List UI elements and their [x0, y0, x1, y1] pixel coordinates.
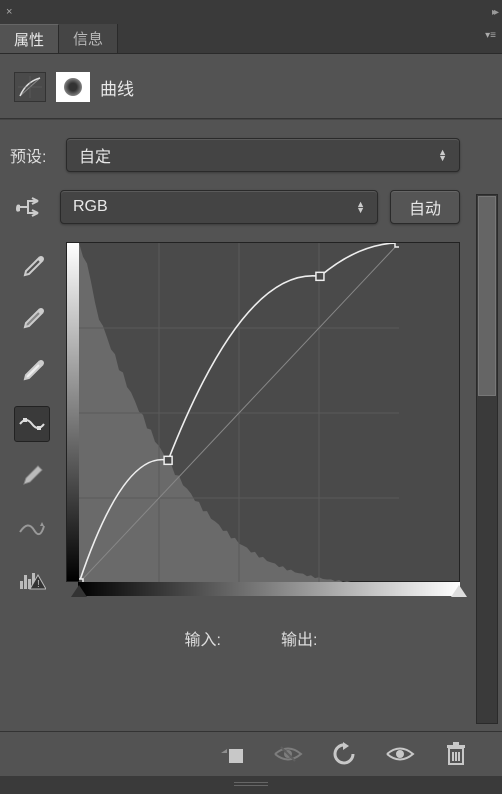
collapse-icon[interactable]: ▸▸: [492, 7, 496, 18]
clip-to-layer-icon[interactable]: [216, 740, 248, 768]
delete-icon[interactable]: [440, 740, 472, 768]
curves-icon[interactable]: [14, 72, 46, 102]
curve-graph[interactable]: [66, 242, 460, 582]
scrollbar-thumb[interactable]: [478, 196, 496, 396]
output-gradient: [67, 243, 79, 581]
auto-button[interactable]: 自动: [390, 190, 460, 224]
black-point-slider[interactable]: [71, 585, 87, 597]
io-readout: 输入: 输出:: [10, 626, 492, 650]
tab-info[interactable]: 信息: [59, 24, 118, 53]
panel-footer: [0, 731, 502, 776]
panel-scrollbar[interactable]: [476, 194, 498, 724]
panel-menu-icon[interactable]: ▾≡: [485, 30, 496, 41]
svg-text:!: !: [37, 579, 40, 590]
adjustment-title: 曲线: [100, 75, 134, 100]
panel-tabbar: 属性 信息 ▾≡: [0, 24, 502, 54]
chevron-updown-icon: ▲▼: [356, 201, 365, 213]
input-label: 输入:: [185, 626, 221, 650]
eyedropper-gray-icon[interactable]: [14, 302, 50, 338]
channel-row: RGB ▲▼ 自动: [10, 190, 492, 224]
histogram-warn-icon[interactable]: !: [14, 562, 50, 598]
view-previous-icon[interactable]: [272, 740, 304, 768]
reset-icon[interactable]: [328, 740, 360, 768]
grip-icon: [234, 782, 268, 788]
targeted-adjust-icon[interactable]: [10, 192, 48, 222]
smooth-tool-icon[interactable]: [14, 510, 50, 546]
curve-graph-wrap: [66, 242, 460, 598]
close-icon[interactable]: ×: [6, 6, 12, 18]
curve-canvas[interactable]: [79, 243, 399, 583]
output-label: 输出:: [281, 626, 317, 650]
mask-icon[interactable]: [56, 72, 90, 102]
resize-grip[interactable]: [0, 776, 502, 794]
curve-point-tool-icon[interactable]: [14, 406, 50, 442]
eyedropper-black-icon[interactable]: [14, 250, 50, 286]
curve-editor: !: [10, 242, 492, 598]
chevron-updown-icon: ▲▼: [438, 149, 447, 161]
preset-label: 预设:: [10, 143, 54, 167]
preset-row: 预设: 自定 ▲▼: [10, 138, 492, 172]
panel-body: 曲线 预设: 自定 ▲▼ RGB ▲▼ 自动: [0, 54, 502, 731]
adjustment-header: 曲线: [10, 54, 492, 118]
curve-toolbar: !: [10, 242, 54, 598]
channel-value: RGB: [73, 198, 108, 216]
pencil-tool-icon[interactable]: [14, 458, 50, 494]
preset-select[interactable]: 自定 ▲▼: [66, 138, 460, 172]
input-gradient: [78, 582, 460, 596]
preset-value: 自定: [79, 143, 111, 167]
white-point-slider[interactable]: [451, 585, 467, 597]
tab-properties[interactable]: 属性: [0, 24, 59, 53]
visibility-icon[interactable]: [384, 740, 416, 768]
panel-titlebar: × ▸▸: [0, 0, 502, 24]
eyedropper-white-icon[interactable]: [14, 354, 50, 390]
divider: [0, 118, 502, 120]
channel-select[interactable]: RGB ▲▼: [60, 190, 378, 224]
